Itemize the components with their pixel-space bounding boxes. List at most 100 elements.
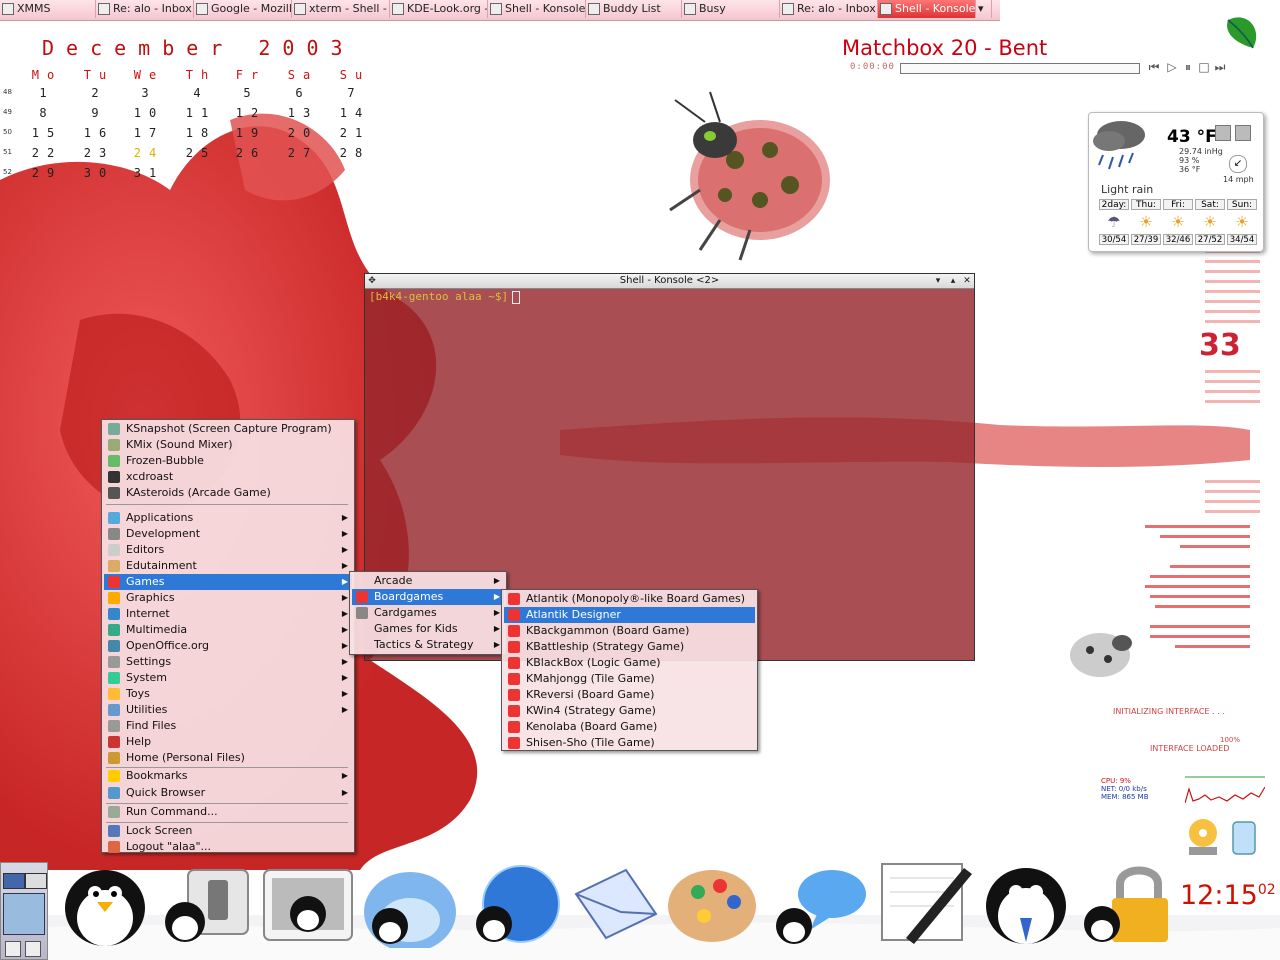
calendar-day[interactable]: 13 [278,106,328,120]
task-busy[interactable]: Busy [682,0,780,18]
player-progress-bar[interactable] [900,63,1140,74]
taskbar-more-button[interactable]: ▾ [976,0,992,18]
calendar-day[interactable]: 12 [226,106,276,120]
calendar-day[interactable]: 20 [278,126,328,140]
menu-item-bookmarks[interactable]: Bookmarks ▶ [104,768,352,784]
menu-item-editors[interactable]: Editors ▶ [104,542,352,558]
chat-app-icon[interactable] [770,864,870,948]
play-icon[interactable]: ▷ [1166,60,1178,74]
menu-item-boardgame[interactable]: KMahjongg (Tile Game) [504,671,755,687]
calendar-day[interactable]: 2 [74,86,124,100]
cdrom-icon[interactable] [1185,815,1221,857]
menu-item-boardgame[interactable]: KBlackBox (Logic Game) [504,655,755,671]
task-konsole-1[interactable]: Shell - Konsole [488,0,586,18]
switch-app-icon[interactable] [160,866,255,946]
menu-item-recent[interactable]: KAsteroids (Arcade Game) [104,485,352,501]
menu-item-home-personal-files-[interactable]: Home (Personal Files) [104,750,352,766]
menu-item-cardgames[interactable]: Cardgames ▶ [352,605,504,621]
calendar-day[interactable]: 11 [176,106,226,120]
calendar-day[interactable]: 28 [330,146,380,160]
menu-item-boardgame[interactable]: KBattleship (Strategy Game) [504,639,755,655]
trash-icon[interactable] [1228,818,1260,858]
menu-item-help[interactable]: Help [104,734,352,750]
desktop-pager-icon[interactable] [3,873,25,889]
menu-item-recent[interactable]: xcdroast [104,469,352,485]
calendar-day[interactable]: 29 [22,166,72,180]
calendar-day[interactable]: 6 [278,86,328,100]
shade-icon[interactable]: ▾ [931,274,945,288]
menu-item-graphics[interactable]: Graphics ▶ [104,590,352,606]
menu-item-lock-screen[interactable]: Lock Screen [104,823,352,839]
task-inbox-2[interactable]: Re: alo - Inbox f [780,0,878,18]
task-inbox-1[interactable]: Re: alo - Inbox f [96,0,194,18]
menu-item-boardgame[interactable]: Atlantik Designer [504,607,755,623]
menu-item-boardgame[interactable]: KReversi (Board Game) [504,687,755,703]
menu-item-edutainment[interactable]: Edutainment ▶ [104,558,352,574]
terminal-area[interactable]: [b4k4-gentoo alaa ~$] [369,290,521,304]
clock[interactable]: 12:1502 [1180,880,1276,911]
menu-item-recent[interactable]: Frozen-Bubble [104,453,352,469]
task-mozilla[interactable]: Google - Mozilla [194,0,292,18]
menu-item-find-files[interactable]: Find Files [104,718,352,734]
speaker-icon[interactable] [25,941,41,957]
igloo-app-icon[interactable] [360,860,460,948]
menu-item-quick-browser[interactable]: Quick Browser ▶ [104,785,352,801]
lock-app-icon[interactable] [1076,862,1176,948]
penguin-home-icon[interactable] [55,858,155,948]
menu-item-games-for-kids[interactable]: Games for Kids ▶ [352,621,504,637]
calendar-day[interactable]: 31 [124,166,174,180]
menu-item-boardgames[interactable]: Boardgames ▶ [352,589,504,605]
pin-icon[interactable]: ✥ [365,274,379,288]
calendar-day[interactable]: 27 [278,146,328,160]
calendar-day[interactable]: 22 [22,146,72,160]
paint-app-icon[interactable] [664,862,764,948]
task-kde-look[interactable]: KDE-Look.org - [390,0,488,18]
pause-icon[interactable]: ⏸ [1182,60,1194,74]
calendar-day[interactable]: 7 [330,86,380,100]
k-menu-button[interactable] [3,893,45,935]
calendar-day[interactable]: 26 [226,146,276,160]
calendar-day[interactable]: 21 [330,126,380,140]
prev-icon[interactable]: ⏮ [1148,60,1160,74]
monitor-app-icon[interactable] [262,866,354,946]
calendar-day[interactable]: 24 [124,146,174,160]
calendar-day[interactable]: 19 [226,126,276,140]
calendar-day[interactable]: 14 [330,106,380,120]
menu-item-boardgame[interactable]: Atlantik (Monopoly®-like Board Games) [504,591,755,607]
stop-icon[interactable]: □ [1198,60,1210,74]
task-buddy-list[interactable]: Buddy List [586,0,682,18]
calendar-day[interactable]: 9 [74,106,124,120]
calendar-day[interactable]: 25 [176,146,226,160]
menu-item-logout[interactable]: Logout "alaa"... [104,839,352,855]
task-konsole-2[interactable]: Shell - Konsole [878,0,976,18]
globe-app-icon[interactable] [466,862,561,948]
menu-item-settings[interactable]: Settings ▶ [104,654,352,670]
close-icon[interactable]: ✕ [960,274,974,288]
weather-config-icon[interactable] [1215,125,1231,141]
menu-item-openoffice-org[interactable]: OpenOffice.org ▶ [104,638,352,654]
menu-item-recent[interactable]: KSnapshot (Screen Capture Program) [104,421,352,437]
menu-item-boardgame[interactable]: Shisen-Sho (Tile Game) [504,735,755,751]
menu-item-applications[interactable]: Applications ▶ [104,510,352,526]
menu-item-run-command[interactable]: Run Command... [104,804,352,820]
menu-item-boardgame[interactable]: Kenolaba (Board Game) [504,719,755,735]
calendar-day[interactable]: 4 [176,86,226,100]
menu-item-arcade[interactable]: Arcade ▶ [352,573,504,589]
calendar-day[interactable]: 3 [124,86,174,100]
calendar-day[interactable]: 15 [22,126,72,140]
menu-item-multimedia[interactable]: Multimedia ▶ [104,622,352,638]
calendar-day[interactable]: 16 [74,126,124,140]
weather-refresh-icon[interactable] [1235,125,1251,141]
calendar-day[interactable]: 1 [22,86,72,100]
calendar-day[interactable]: 18 [176,126,226,140]
calendar-day[interactable]: 17 [124,126,174,140]
menu-item-boardgame[interactable]: KBackgammon (Board Game) [504,623,755,639]
calendar-day[interactable]: 10 [124,106,174,120]
maximize-icon[interactable]: ▴ [946,274,960,288]
menu-item-games[interactable]: Games ▶ [104,574,352,590]
menu-item-tactics-strategy[interactable]: Tactics & Strategy ▶ [352,637,504,653]
show-desktop-icon[interactable] [5,941,21,957]
calendar-day[interactable]: 30 [74,166,124,180]
next-icon[interactable]: ⏭ [1214,60,1226,74]
menu-item-internet[interactable]: Internet ▶ [104,606,352,622]
